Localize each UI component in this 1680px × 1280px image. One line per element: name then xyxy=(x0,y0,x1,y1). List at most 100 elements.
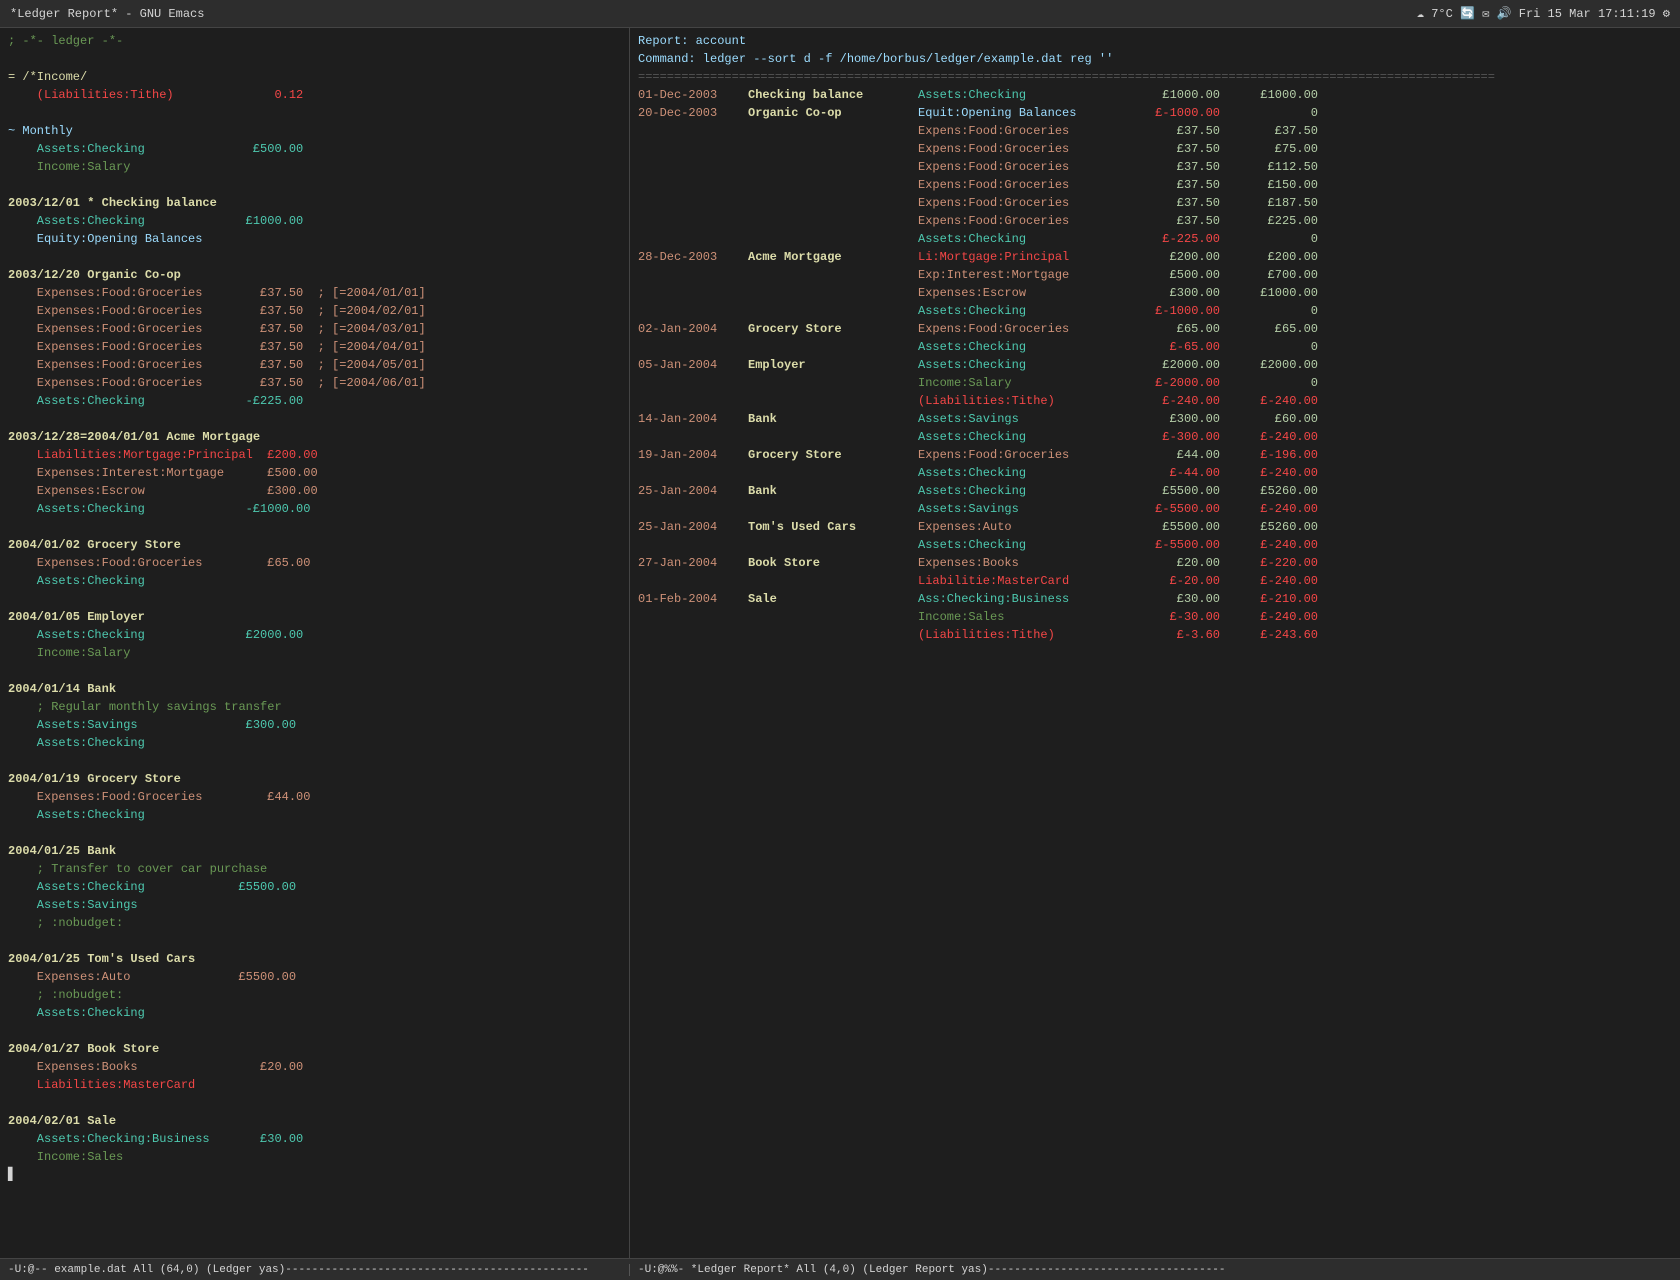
left-line: 2004/01/19 Grocery Store xyxy=(8,770,621,788)
left-line: Assets:Checking xyxy=(8,734,621,752)
report-running: £-210.00 xyxy=(1228,590,1318,608)
report-account: Expens:Food:Groceries xyxy=(918,320,1138,338)
report-running: 0 xyxy=(1228,104,1318,122)
left-line: Assets:Checking -£225.00 xyxy=(8,392,621,410)
report-running: £-240.00 xyxy=(1228,608,1318,626)
left-line: Expenses:Food:Groceries £65.00 xyxy=(8,554,621,572)
report-running: 0 xyxy=(1228,302,1318,320)
report-account: Expens:Food:Groceries xyxy=(918,140,1138,158)
report-row: Assets:Checking£-44.00£-240.00 xyxy=(638,464,1672,482)
report-running: £112.50 xyxy=(1228,158,1318,176)
report-date xyxy=(638,284,748,302)
report-amount: £-3.60 xyxy=(1138,626,1228,644)
report-row: 01-Dec-2003Checking balanceAssets:Checki… xyxy=(638,86,1672,104)
left-line: (Liabilities:Tithe) 0.12 xyxy=(8,86,621,104)
report-date xyxy=(638,338,748,356)
report-row: Assets:Checking£-5500.00£-240.00 xyxy=(638,536,1672,554)
report-row: (Liabilities:Tithe)£-240.00£-240.00 xyxy=(638,392,1672,410)
left-line xyxy=(8,662,621,680)
left-line: ; -*- ledger -*- xyxy=(8,32,621,50)
report-running: £-196.00 xyxy=(1228,446,1318,464)
report-account: Assets:Checking xyxy=(918,464,1138,482)
left-line: 2003/12/01 * Checking balance xyxy=(8,194,621,212)
report-desc xyxy=(748,140,918,158)
report-running: £-240.00 xyxy=(1228,572,1318,590)
report-row: Income:Sales£-30.00£-240.00 xyxy=(638,608,1672,626)
left-line: ; Transfer to cover car purchase xyxy=(8,860,621,878)
status-bar: -U:@-- example.dat All (64,0) (Ledger ya… xyxy=(0,1258,1680,1280)
report-desc: Grocery Store xyxy=(748,446,918,464)
report-desc xyxy=(748,608,918,626)
report-desc xyxy=(748,428,918,446)
left-line: Expenses:Food:Groceries £44.00 xyxy=(8,788,621,806)
report-date xyxy=(638,158,748,176)
report-row: 28-Dec-2003Acme MortgageLi:Mortgage:Prin… xyxy=(638,248,1672,266)
report-desc: Checking balance xyxy=(748,86,918,104)
left-line xyxy=(8,752,621,770)
left-line: ▋ xyxy=(8,1166,621,1184)
report-row: Expens:Food:Groceries£37.50£37.50 xyxy=(638,122,1672,140)
title-bar: *Ledger Report* - GNU Emacs ☁ 7°C 🔄 ✉ 🔊 … xyxy=(0,0,1680,28)
report-row: 25-Jan-2004BankAssets:Checking£5500.00£5… xyxy=(638,482,1672,500)
left-line: Expenses:Food:Groceries £37.50 ; [=2004/… xyxy=(8,302,621,320)
report-amount: £37.50 xyxy=(1138,122,1228,140)
report-running: £75.00 xyxy=(1228,140,1318,158)
report-date xyxy=(638,374,748,392)
left-line: Liabilities:Mortgage:Principal £200.00 xyxy=(8,446,621,464)
report-running: £-240.00 xyxy=(1228,392,1318,410)
report-date xyxy=(638,392,748,410)
left-line: Assets:Checking xyxy=(8,1004,621,1022)
left-line: 2003/12/20 Organic Co-op xyxy=(8,266,621,284)
left-line: ~ Monthly xyxy=(8,122,621,140)
right-pane[interactable]: Report: accountCommand: ledger --sort d … xyxy=(630,28,1680,1258)
report-row: 14-Jan-2004BankAssets:Savings£300.00£60.… xyxy=(638,410,1672,428)
report-desc xyxy=(748,266,918,284)
report-account: Assets:Checking xyxy=(918,86,1138,104)
left-pane[interactable]: ; -*- ledger -*- = /*Income/ (Liabilitie… xyxy=(0,28,630,1258)
report-amount: £44.00 xyxy=(1138,446,1228,464)
report-account: Expens:Food:Groceries xyxy=(918,122,1138,140)
report-amount: £65.00 xyxy=(1138,320,1228,338)
report-date xyxy=(638,230,748,248)
left-line: 2004/01/14 Bank xyxy=(8,680,621,698)
report-running: £2000.00 xyxy=(1228,356,1318,374)
left-line xyxy=(8,518,621,536)
report-desc: Bank xyxy=(748,410,918,428)
report-date: 02-Jan-2004 xyxy=(638,320,748,338)
report-account: Assets:Savings xyxy=(918,410,1138,428)
report-running: £-240.00 xyxy=(1228,428,1318,446)
left-line: Assets:Checking £500.00 xyxy=(8,140,621,158)
report-desc xyxy=(748,626,918,644)
report-running: £65.00 xyxy=(1228,320,1318,338)
report-desc xyxy=(748,572,918,590)
left-line: Expenses:Auto £5500.00 xyxy=(8,968,621,986)
report-running: £5260.00 xyxy=(1228,518,1318,536)
report-date xyxy=(638,176,748,194)
left-line xyxy=(8,590,621,608)
report-amount: £-1000.00 xyxy=(1138,104,1228,122)
report-account: Expens:Food:Groceries xyxy=(918,194,1138,212)
report-row: Expens:Food:Groceries£37.50£75.00 xyxy=(638,140,1672,158)
report-desc xyxy=(748,374,918,392)
report-account: Expens:Food:Groceries xyxy=(918,446,1138,464)
left-line: 2004/01/05 Employer xyxy=(8,608,621,626)
report-amount: £37.50 xyxy=(1138,140,1228,158)
report-date xyxy=(638,428,748,446)
left-line: Assets:Checking £1000.00 xyxy=(8,212,621,230)
report-running: 0 xyxy=(1228,338,1318,356)
report-row: (Liabilities:Tithe)£-3.60£-243.60 xyxy=(638,626,1672,644)
report-row: Liabilitie:MasterCard£-20.00£-240.00 xyxy=(638,572,1672,590)
report-running: £-240.00 xyxy=(1228,500,1318,518)
report-date: 01-Dec-2003 xyxy=(638,86,748,104)
left-line: Assets:Checking £5500.00 xyxy=(8,878,621,896)
left-line xyxy=(8,104,621,122)
left-line: Liabilities:MasterCard xyxy=(8,1076,621,1094)
left-line: Assets:Savings £300.00 xyxy=(8,716,621,734)
report-desc xyxy=(748,194,918,212)
report-amount: £30.00 xyxy=(1138,590,1228,608)
left-line xyxy=(8,410,621,428)
report-desc xyxy=(748,230,918,248)
report-desc xyxy=(748,284,918,302)
report-row: 27-Jan-2004Book StoreExpenses:Books£20.0… xyxy=(638,554,1672,572)
report-row: Exp:Interest:Mortgage£500.00£700.00 xyxy=(638,266,1672,284)
